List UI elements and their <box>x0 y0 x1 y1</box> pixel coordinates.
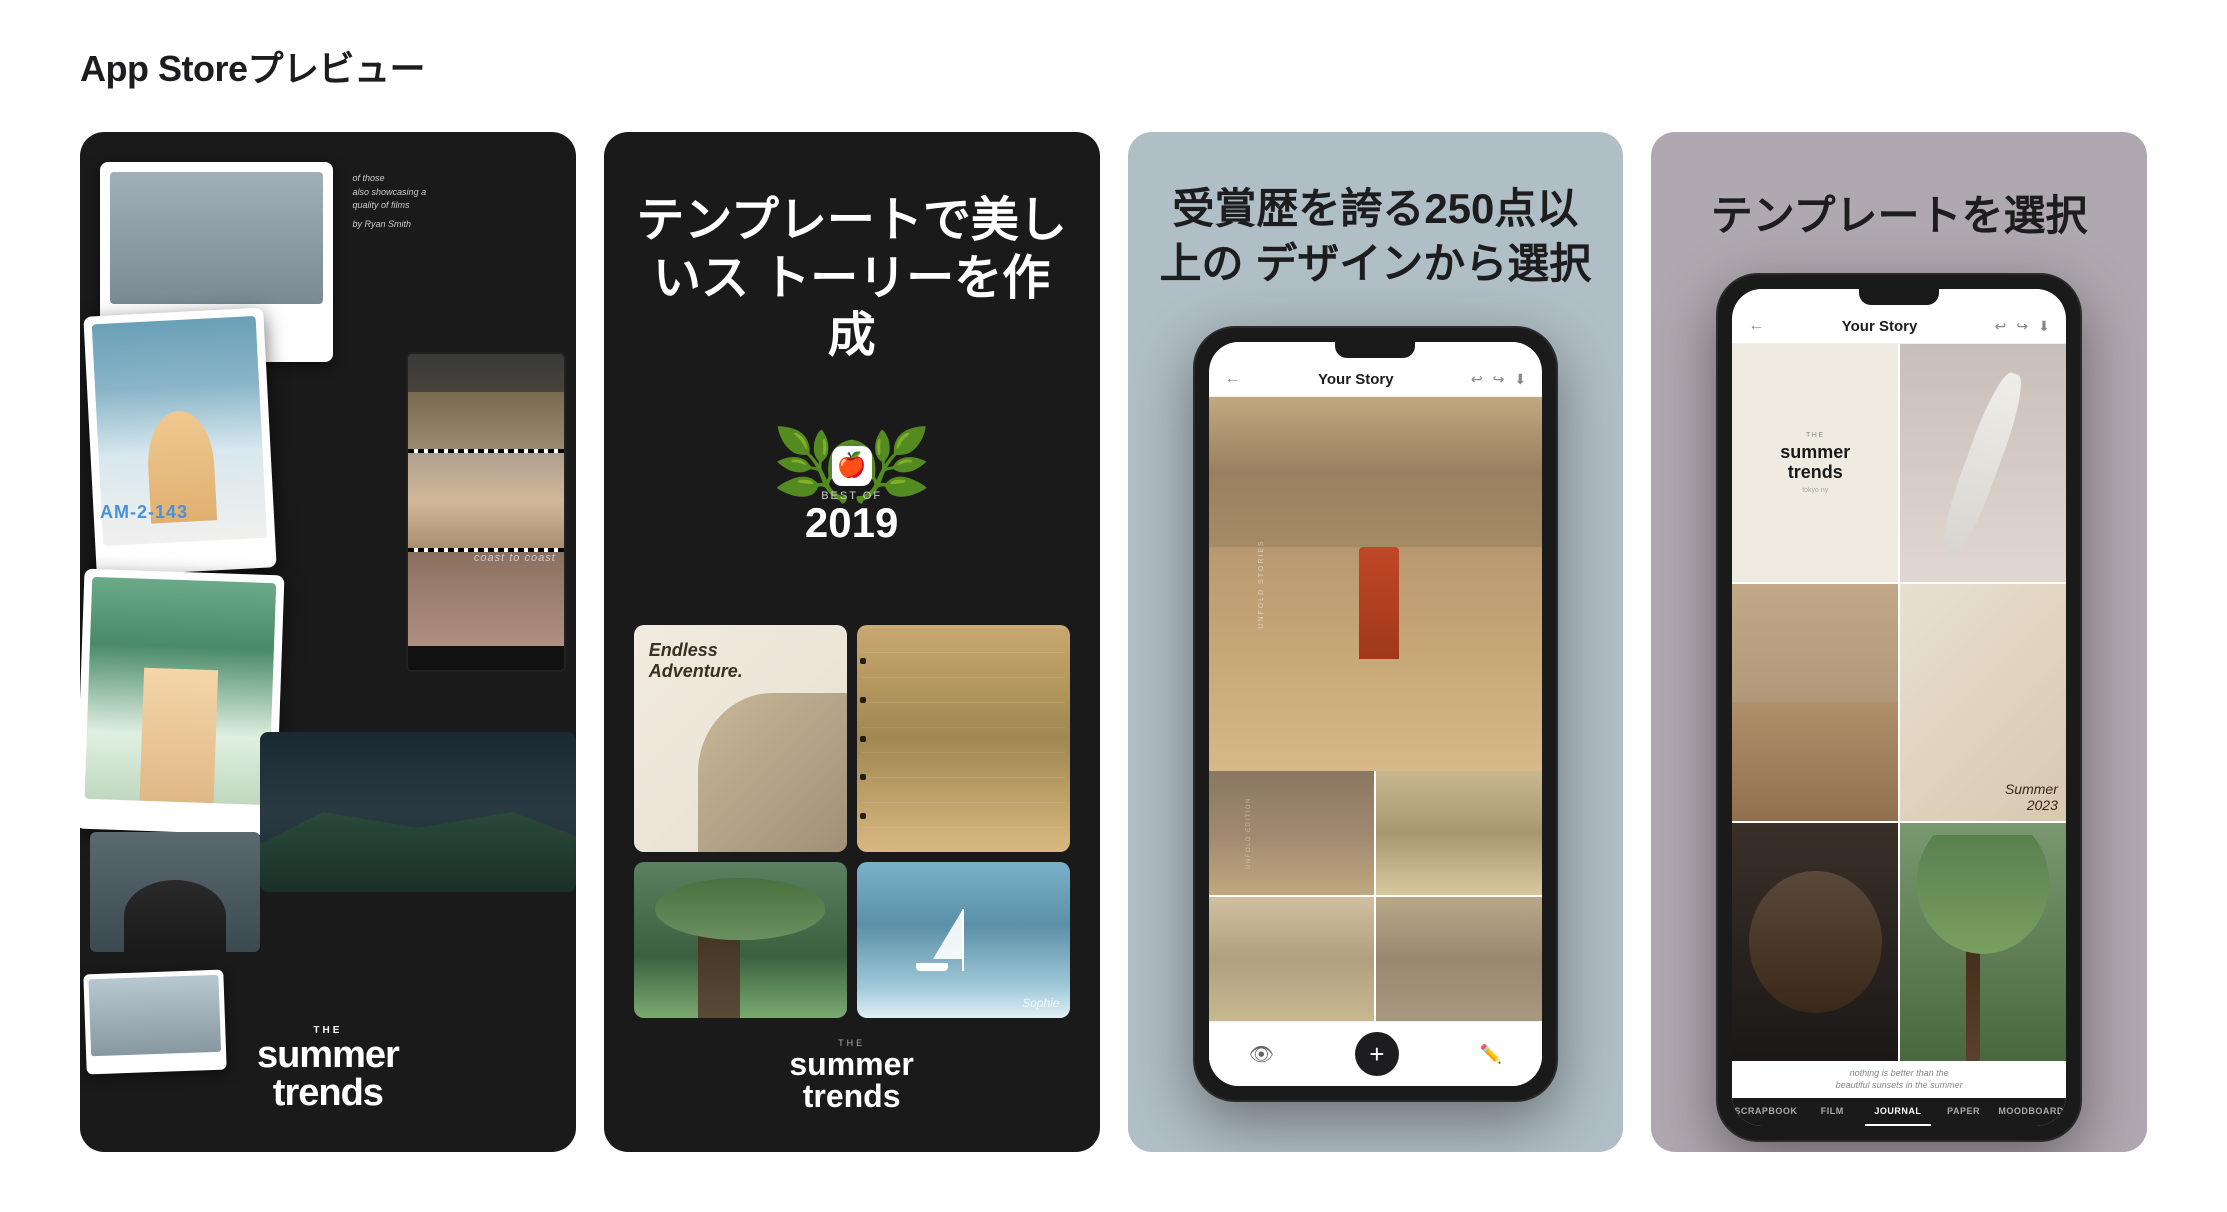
card2-title: テンプレートで美しいス トーリーを作成 <box>634 192 1070 365</box>
phone-3-mockup: ← Your Story ↩ ↪ ⬇ <box>1193 326 1559 1102</box>
ea-text: EndlessAdventure. <box>649 640 832 682</box>
tab-paper[interactable]: PAPER <box>1931 1098 1997 1126</box>
screenshots-row: MONTAUK NEW YORK of thosealso showcasing… <box>80 132 2147 1152</box>
phone3-header: ← Your Story ↩ ↪ ⬇ <box>1209 362 1543 397</box>
pencil-icon[interactable]: ✏️ <box>1480 1044 1502 1065</box>
card-3: 受賞歴を誇る250点以上の デザインから選択 ← Your Story <box>1128 132 1624 1152</box>
card-2: テンプレートで美しいス トーリーを作成 🌿 🌿 🍎 <box>604 132 1100 1152</box>
tab-journal[interactable]: JOURNAL <box>1865 1098 1931 1126</box>
tab-moodboard[interactable]: MOODBOARD <box>1996 1098 2066 1126</box>
tab-scrapbook[interactable]: SCRAPBOOK <box>1732 1098 1799 1126</box>
nothing-text: nothing is better than thebeautiful suns… <box>1742 1067 2056 1092</box>
card-1: MONTAUK NEW YORK of thosealso showcasing… <box>80 132 576 1152</box>
tab-bar[interactable]: SCRAPBOOK FILM JOURNAL PAPER MOODBOARD <box>1732 1098 2066 1126</box>
award-year: 2019 <box>805 502 898 544</box>
page-container: App Storeプレビュー MONTAUK NEW YORK <box>0 0 2227 1212</box>
eye-icon[interactable]: 👁 <box>1249 1042 1274 1067</box>
card3-title: 受賞歴を誇る250点以上の デザインから選択 <box>1153 182 1599 291</box>
location-tag: AM-2-143 <box>100 502 188 523</box>
tab-film[interactable]: FILM <box>1799 1098 1865 1126</box>
phone4-header: ← Your Story ↩ ↪ ⬇ <box>1732 309 2066 344</box>
card-4: テンプレートを選択 ← Your Story ↩ <box>1651 132 2147 1152</box>
card1-summer: summertrends <box>100 1036 556 1112</box>
add-button[interactable]: + <box>1355 1032 1399 1076</box>
coast-label: coast to coast <box>474 552 556 564</box>
award-section: 🌿 🌿 🍎 BEST OF 2019 <box>772 415 932 575</box>
page-title: App Storeプレビュー <box>80 40 2147 92</box>
phone-4-mockup: ← Your Story ↩ ↪ ⬇ THE <box>1716 273 2082 1142</box>
card4-title: テンプレートを選択 <box>1711 182 2088 243</box>
sail-caption: Sophie <box>1022 996 1059 1010</box>
